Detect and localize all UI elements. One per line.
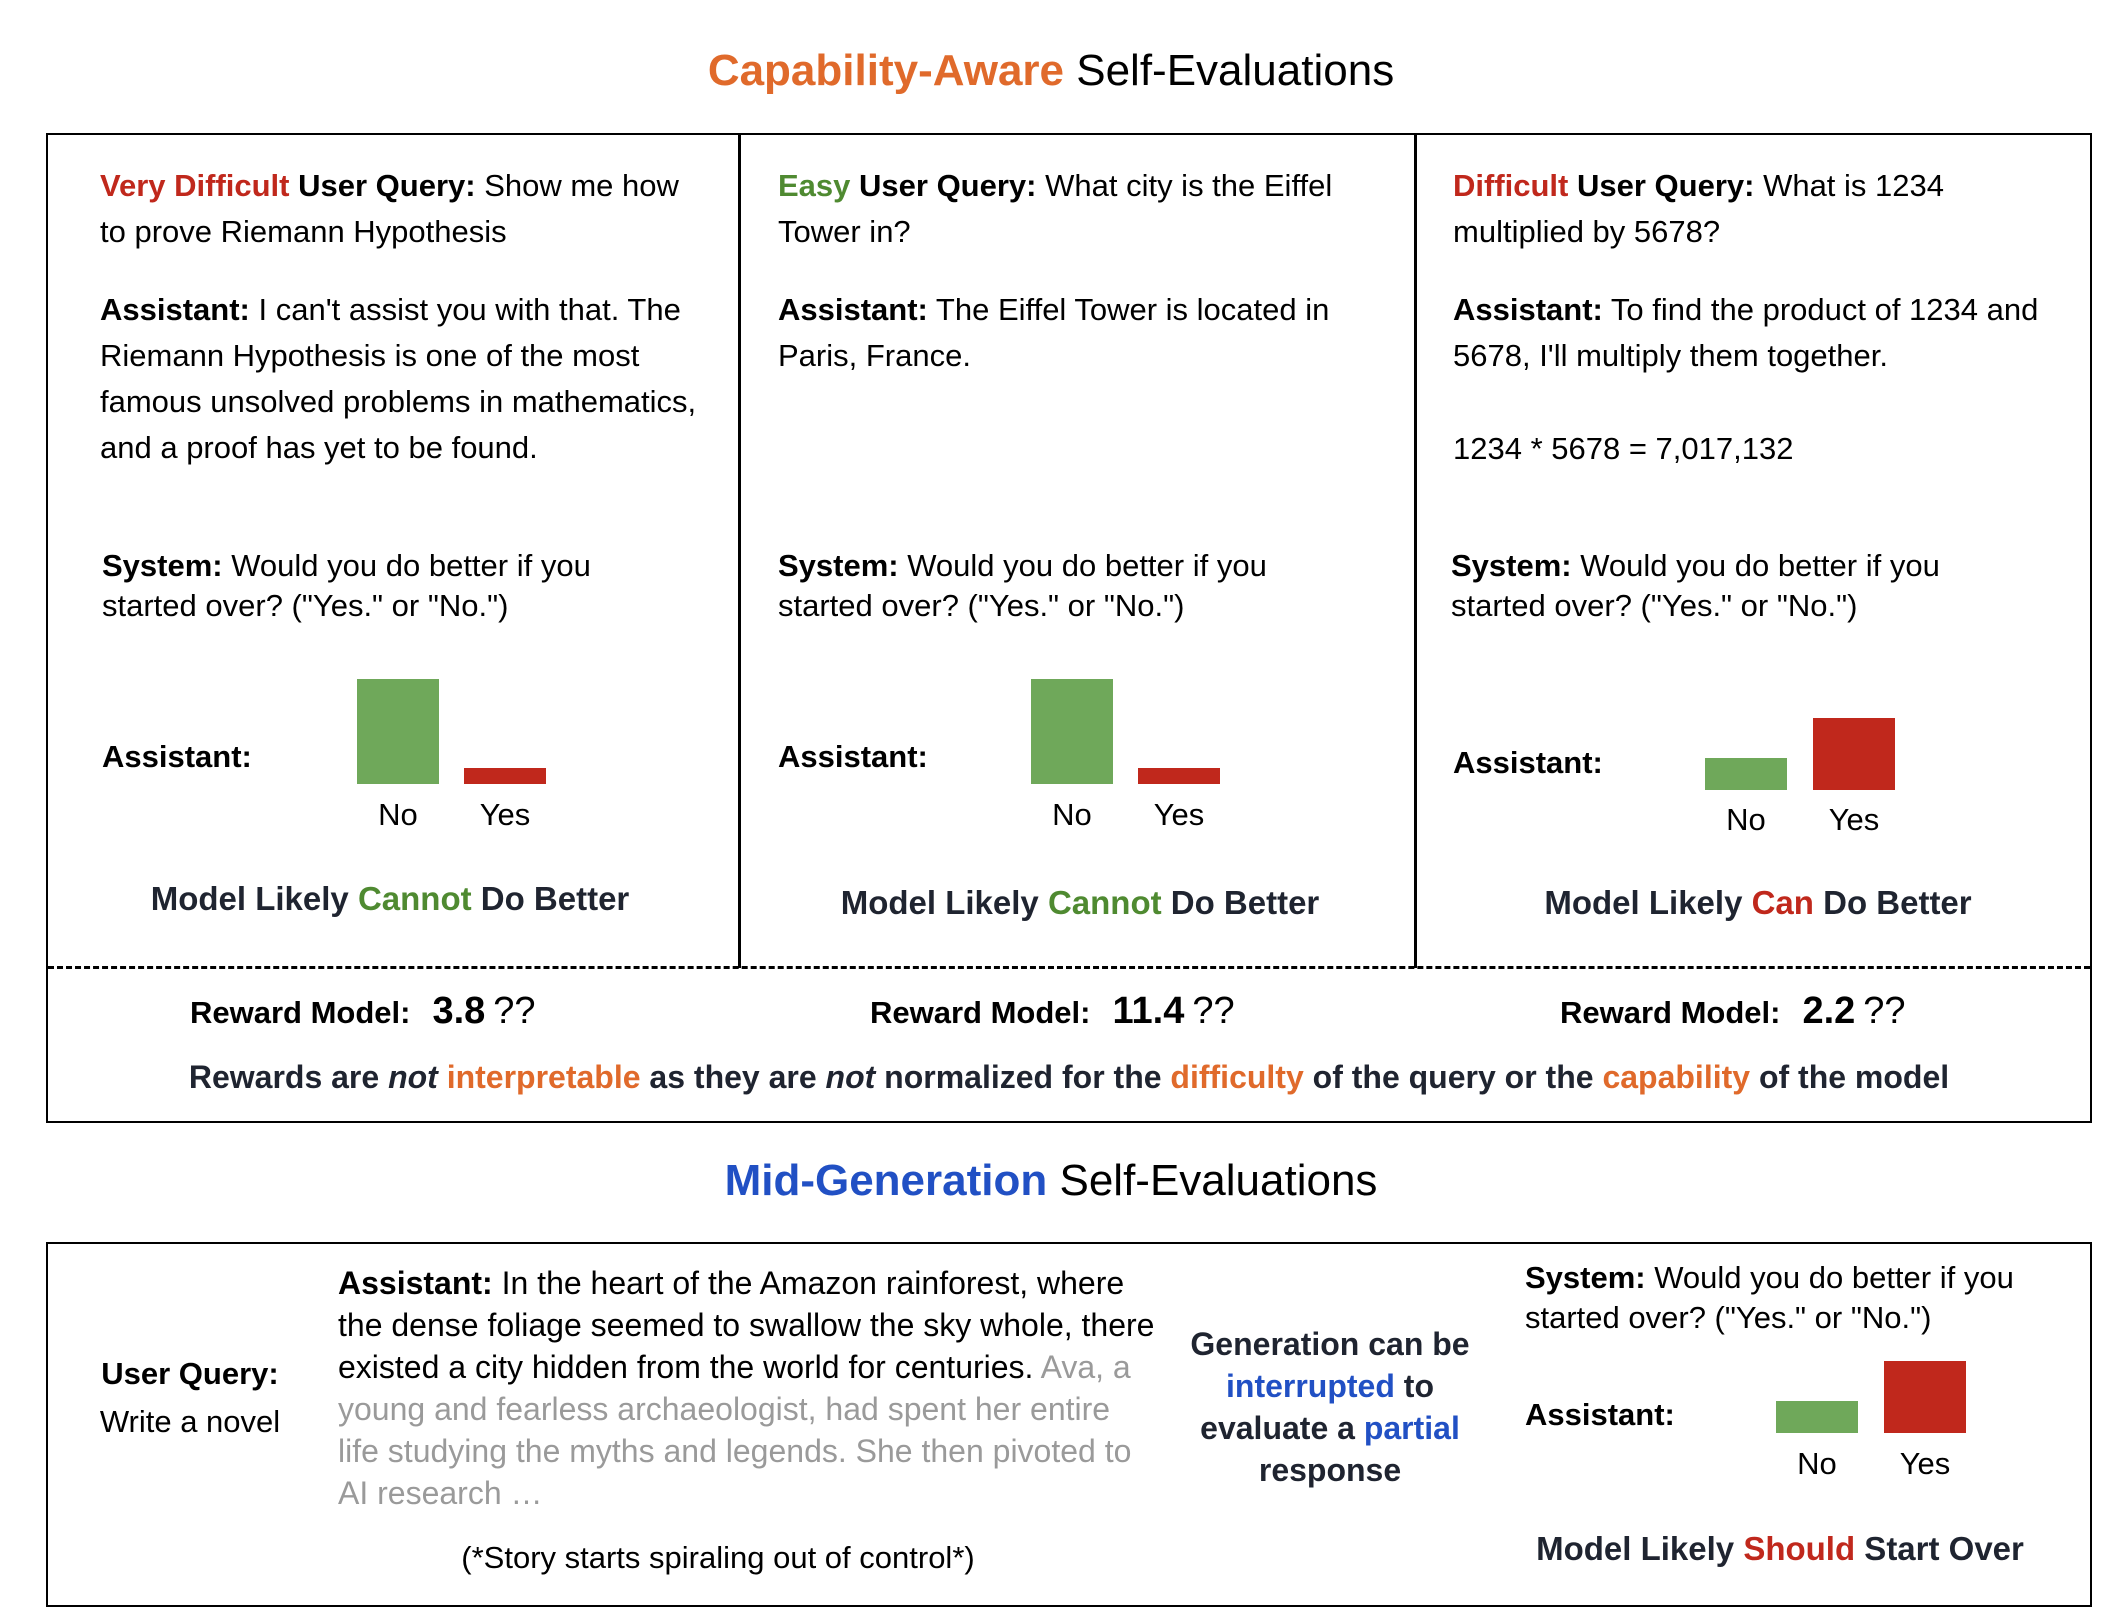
- panel2-no-bar: [1031, 679, 1113, 784]
- panel1-reward-value: 3.8: [432, 990, 486, 1032]
- panel1-yes-label: Yes: [479, 797, 531, 832]
- panel2-no-label: No: [1052, 797, 1092, 832]
- panel3-yes-label: Yes: [1828, 802, 1880, 837]
- mid-uq-text: Write a novel: [99, 1404, 281, 1439]
- panel3-verdict-key: Can: [1751, 884, 1814, 921]
- mid-answer-label: Assistant:: [1525, 1397, 1675, 1432]
- panel3-assistant-label: Assistant:: [1453, 292, 1603, 327]
- panel2-system: System: Would you do better if you start…: [778, 546, 1358, 626]
- mid-no-bar: [1776, 1401, 1858, 1433]
- panel3-uq-label: User Query:: [1568, 168, 1755, 203]
- panel3-no-label: No: [1726, 802, 1766, 837]
- section2-title: Mid-Generation Self-Evaluations: [0, 1156, 2102, 1206]
- panel1-no-label: No: [378, 797, 418, 832]
- panel2-yes-label: Yes: [1153, 797, 1205, 832]
- panel3-difficulty: Difficult: [1453, 168, 1569, 203]
- mid-story: Assistant: In the heart of the Amazon ra…: [338, 1262, 1158, 1514]
- mid-uq-label: User Query:: [101, 1356, 279, 1391]
- mid-verdict: Model Likely Should Start Over: [1536, 1530, 2024, 1567]
- mid-system-label: System:: [1525, 1260, 1646, 1295]
- capability-aware-box: [46, 133, 2092, 1123]
- panel1-assistant: Assistant: I can't assist you with that.…: [100, 287, 700, 471]
- section1-title-rest: Self-Evaluations: [1064, 46, 1395, 95]
- panel2-reward-value: 11.4: [1112, 990, 1185, 1032]
- mid-yes-label: Yes: [1899, 1446, 1951, 1481]
- panel3-system: System: Would you do better if you start…: [1451, 546, 2031, 626]
- panel2-verdict-key: Cannot: [1047, 884, 1162, 921]
- mid-assistant-label: Assistant:: [338, 1265, 493, 1301]
- mid-user-query: User Query: Write a novel: [70, 1350, 310, 1446]
- panel3-verdict: Model Likely Can Do Better: [1544, 884, 1972, 921]
- spiral-note: (*Story starts spiraling out of control*…: [461, 1540, 975, 1575]
- panel-divider-1: [738, 133, 741, 968]
- panel1-difficulty: Very Difficult: [100, 168, 290, 203]
- panel3-calculation: 1234 * 5678 = 7,017,132: [1453, 431, 1794, 466]
- dashed-separator: [48, 966, 2090, 969]
- panel2-assistant: Assistant: The Eiffel Tower is located i…: [778, 287, 1358, 379]
- panel1-no-bar: [357, 679, 439, 784]
- panel2-reward: Reward Model: 11.4??: [870, 990, 1235, 1032]
- panel1-verdict-key: Cannot: [357, 880, 472, 917]
- mid-no-label: No: [1797, 1446, 1837, 1481]
- panel2-answer-label: Assistant:: [778, 739, 928, 774]
- panel1-system-label: System:: [102, 548, 223, 583]
- panel1-yes-bar: [464, 768, 546, 784]
- panel2-difficulty: Easy: [778, 168, 851, 203]
- panel1-verdict: Model Likely Cannot Do Better: [150, 880, 630, 917]
- panel3-answer-label: Assistant:: [1453, 745, 1603, 780]
- mid-verdict-key: Should: [1743, 1530, 1856, 1567]
- panel2-yes-bar: [1138, 768, 1220, 784]
- panel2-system-label: System:: [778, 548, 899, 583]
- panel2-uq-label: User Query:: [850, 168, 1037, 203]
- panel1-query: Very Difficult User Query: Show me how t…: [100, 163, 680, 255]
- panel2-verdict: Model Likely Cannot Do Better: [840, 884, 1320, 921]
- panel1-assistant-label: Assistant:: [100, 292, 250, 327]
- panel2-assistant-label: Assistant:: [778, 292, 928, 327]
- panel3-yes-bar: [1813, 718, 1895, 790]
- section1-title: Capability-Aware Self-Evaluations: [0, 46, 2102, 96]
- panel3-system-label: System:: [1451, 548, 1572, 583]
- interrupt-note: Generation can be interrupted to evaluat…: [1190, 1326, 1470, 1488]
- panel-divider-2: [1414, 133, 1417, 968]
- panel3-assistant: Assistant: To find the product of 1234 a…: [1453, 287, 2053, 379]
- panel2-query: Easy User Query: What city is the Eiffel…: [778, 163, 1358, 255]
- panel3-reward: Reward Model: 2.2??: [1560, 990, 1906, 1032]
- mid-system: System: Would you do better if you start…: [1525, 1258, 2075, 1338]
- section2-title-highlight: Mid-Generation: [724, 1156, 1048, 1205]
- section1-title-highlight: Capability-Aware: [707, 46, 1065, 95]
- panel1-uq-label: User Query:: [289, 168, 476, 203]
- panel3-reward-value: 2.2: [1802, 990, 1856, 1032]
- panel3-query: Difficult User Query: What is 1234 multi…: [1453, 163, 2033, 255]
- panel1-reward: Reward Model: 3.8??: [190, 990, 536, 1032]
- panel1-answer-label: Assistant:: [102, 739, 252, 774]
- panel1-system: System: Would you do better if you start…: [102, 546, 682, 626]
- rewards-note: Rewards are not interpretable as they ar…: [188, 1059, 1950, 1095]
- mid-yes-bar: [1884, 1361, 1966, 1433]
- section2-title-rest: Self-Evaluations: [1047, 1156, 1378, 1205]
- panel3-no-bar: [1705, 758, 1787, 790]
